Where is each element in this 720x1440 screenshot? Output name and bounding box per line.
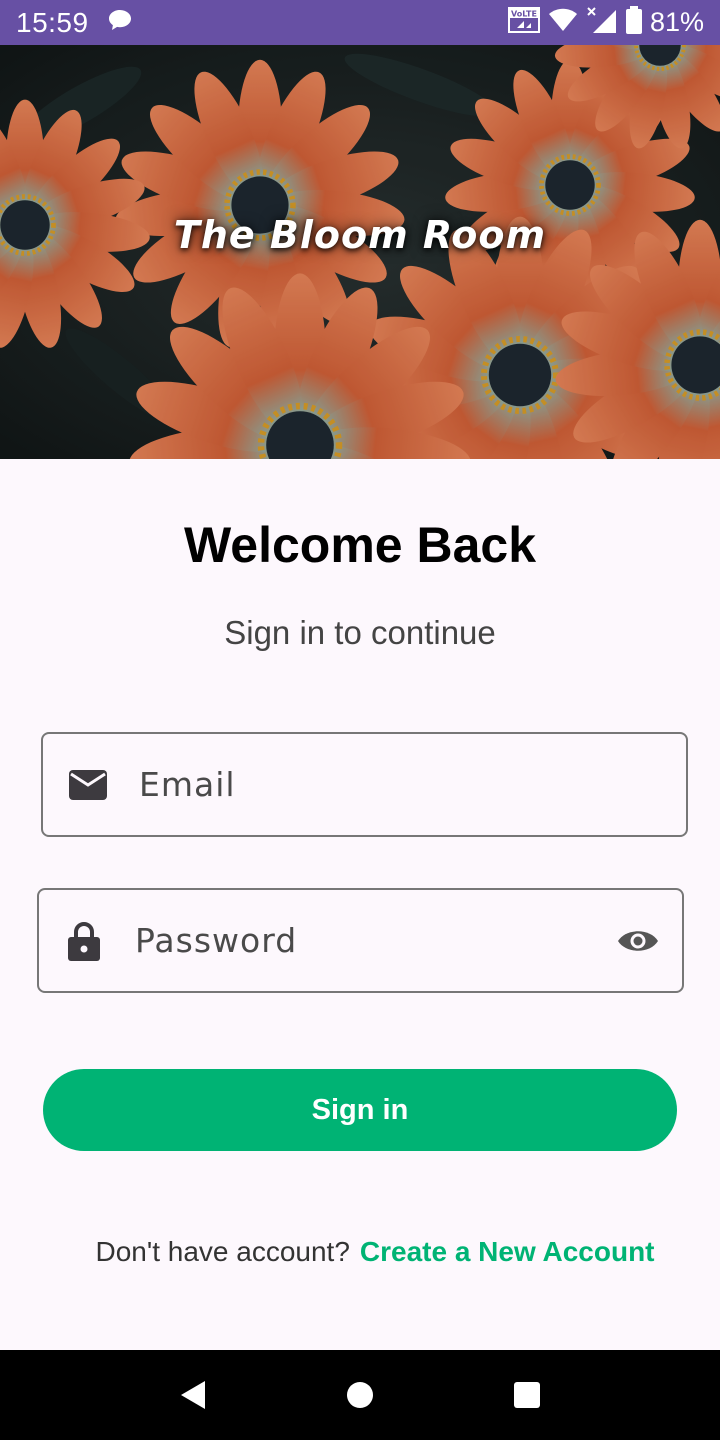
email-icon — [67, 769, 109, 801]
battery-percent: 81% — [649, 7, 704, 37]
lock-icon — [63, 921, 105, 961]
password-field[interactable] — [37, 888, 684, 993]
system-nav-bar — [0, 1350, 720, 1440]
email-field[interactable] — [41, 732, 688, 837]
email-input[interactable] — [139, 765, 686, 804]
hero-banner: The Bloom Room — [0, 45, 720, 459]
signup-prompt: Don't have account? Create a New Account — [0, 1236, 720, 1268]
chat-bubble-icon — [107, 8, 133, 37]
signup-prompt-text: Don't have account? — [95, 1236, 350, 1267]
app-title: The Bloom Room — [173, 213, 547, 257]
svg-text:VoLTE: VoLTE — [511, 10, 537, 19]
page-subtitle: Sign in to continue — [224, 614, 496, 651]
status-left: 15:59 — [16, 7, 133, 39]
recents-icon[interactable] — [497, 1365, 557, 1425]
home-icon[interactable] — [330, 1365, 390, 1425]
sign-in-button[interactable]: Sign in — [43, 1069, 677, 1151]
wifi-icon — [548, 8, 578, 37]
status-right: VoLTE 81% — [507, 6, 704, 39]
password-input[interactable] — [135, 921, 616, 960]
volte-icon: VoLTE — [507, 7, 540, 38]
status-bar: 15:59 VoLTE 81% — [0, 0, 720, 45]
eye-icon[interactable] — [616, 926, 660, 956]
battery-icon — [625, 6, 642, 39]
status-time: 15:59 — [16, 6, 89, 38]
create-account-link[interactable]: Create a New Account — [360, 1236, 655, 1268]
page-title: Welcome Back — [183, 517, 537, 573]
back-icon[interactable] — [163, 1365, 223, 1425]
signal-icon — [586, 6, 618, 39]
